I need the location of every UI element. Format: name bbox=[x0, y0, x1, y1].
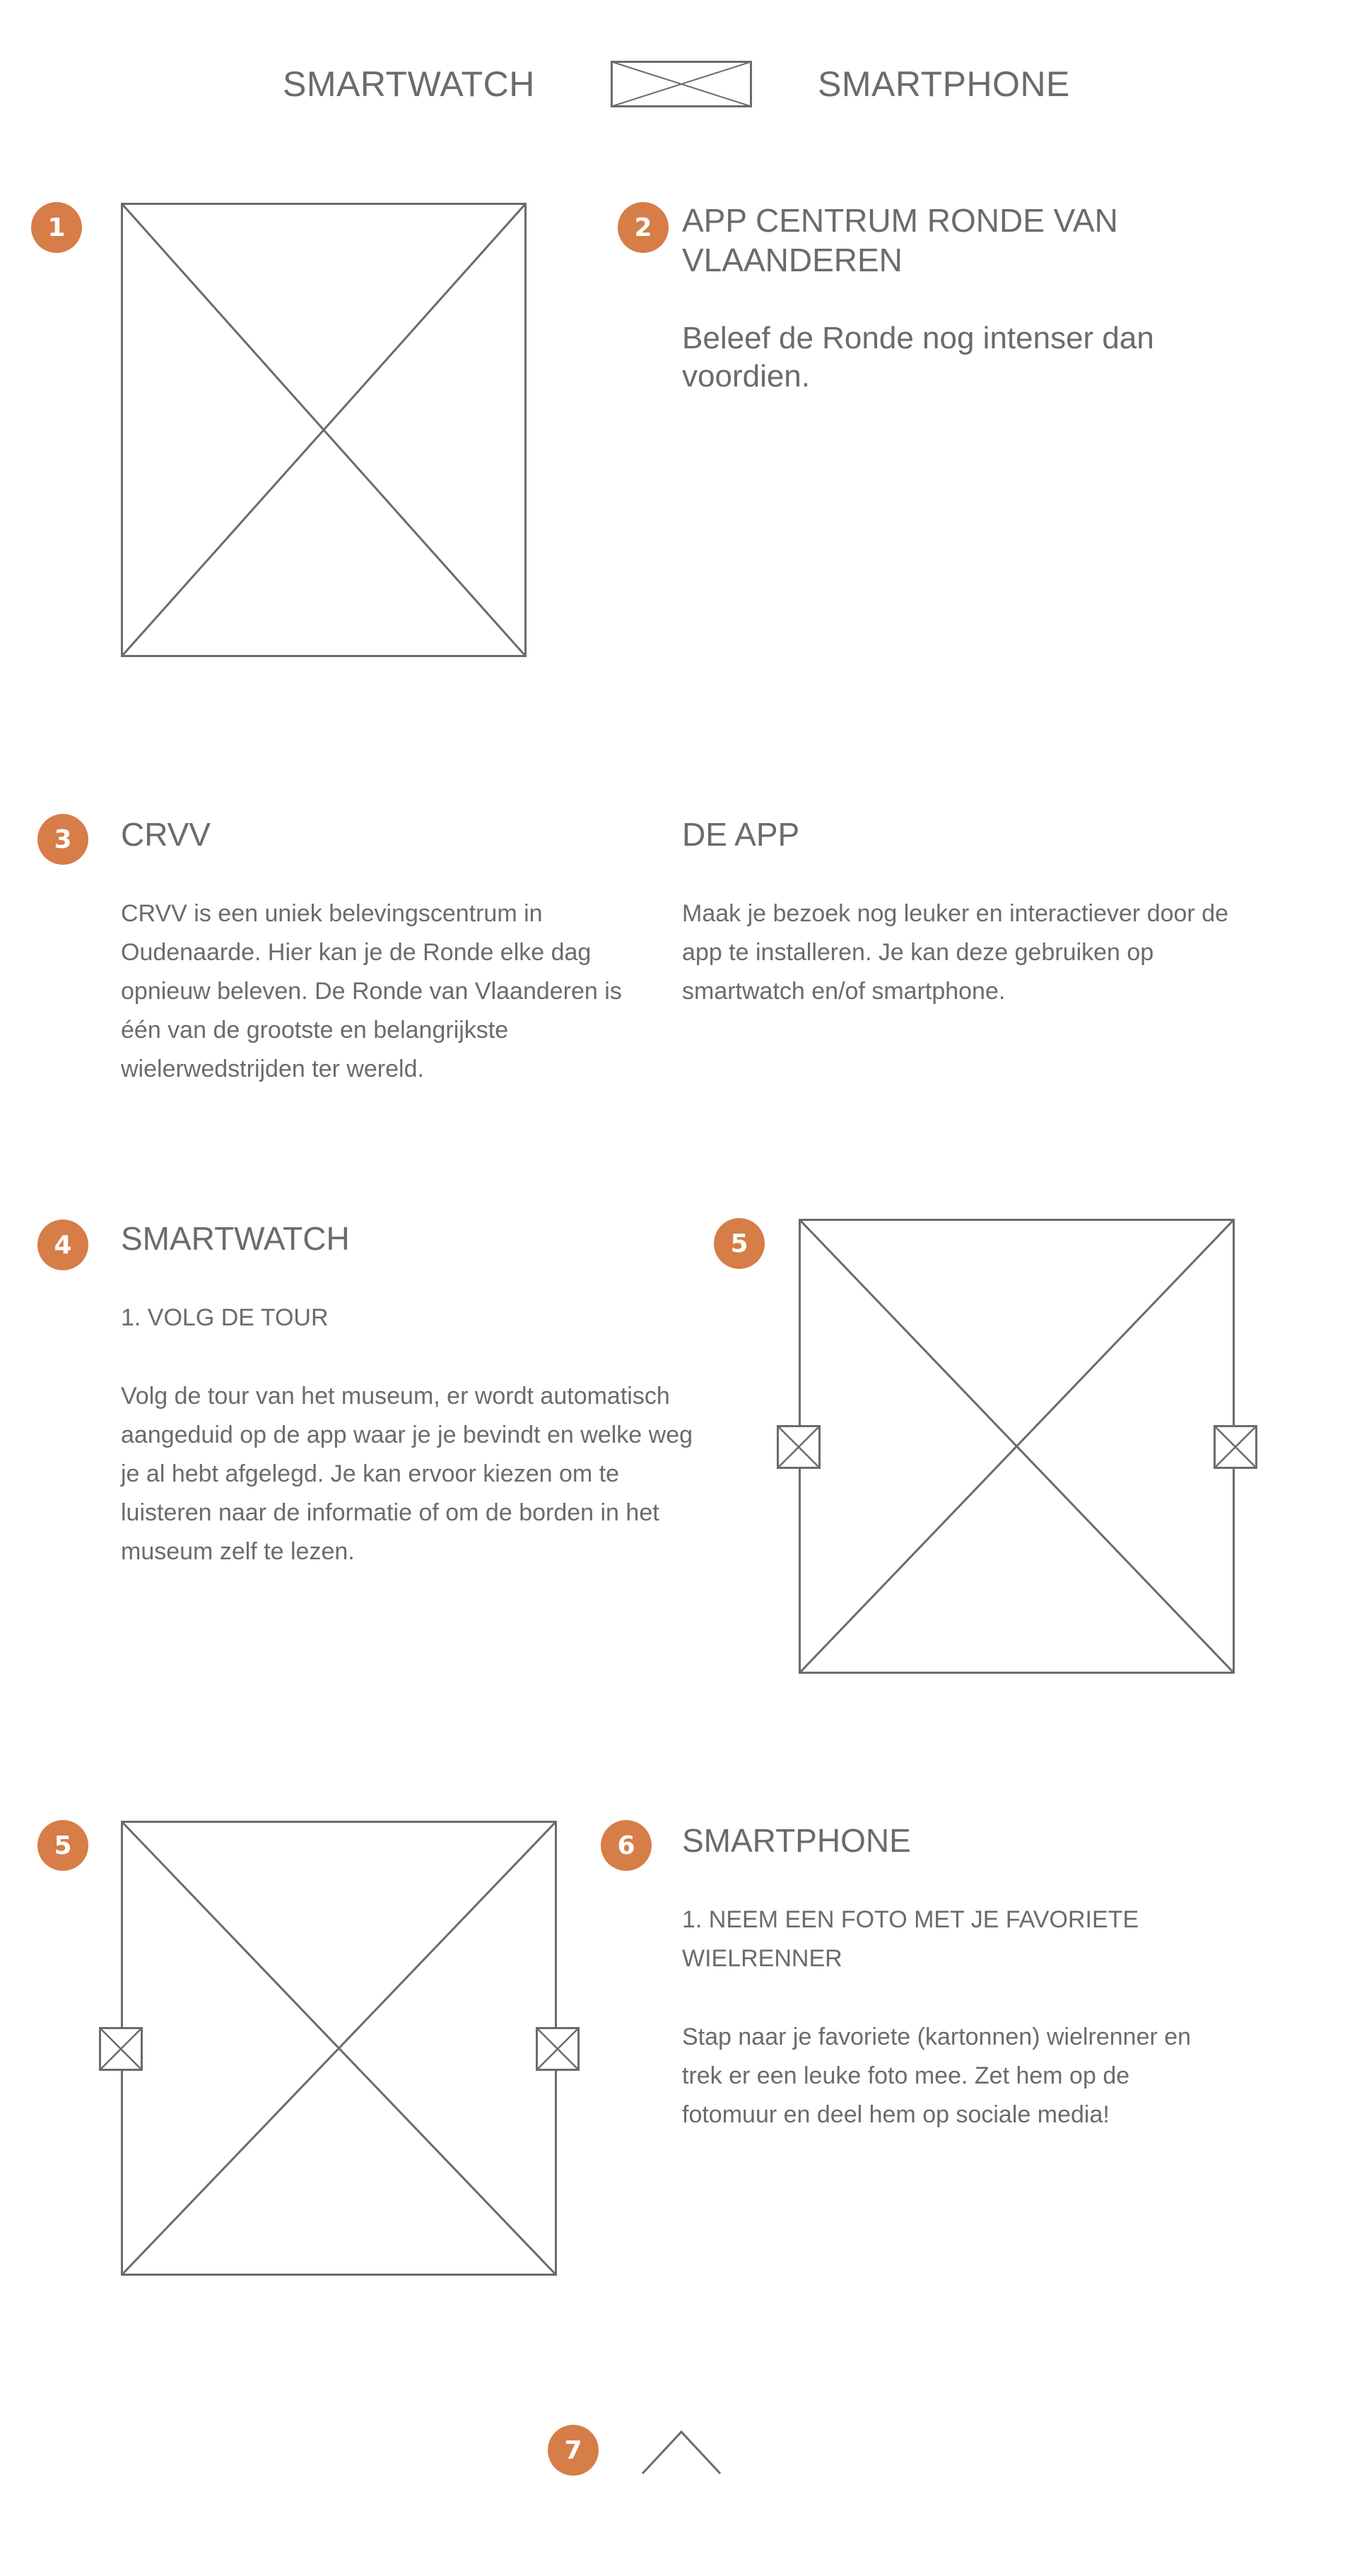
annotation-badge-6: 6 bbox=[601, 1820, 652, 1871]
hero-title: APP CENTRUM RONDE VAN VLAANDEREN bbox=[682, 202, 1118, 278]
smartphone-title: SMARTPHONE bbox=[682, 1822, 911, 1859]
smartwatch-text: Volg de tour van het museum, er wordt au… bbox=[121, 1383, 693, 1565]
annotation-badge-4: 4 bbox=[37, 1219, 88, 1270]
app-title: DE APP bbox=[682, 816, 800, 853]
annotation-badge-2: 2 bbox=[618, 202, 669, 253]
carousel-prev-button[interactable] bbox=[99, 2027, 143, 2071]
nav-link-smartwatch[interactable]: SMARTWATCH bbox=[283, 64, 535, 105]
annotation-badge-1: 1 bbox=[31, 202, 82, 253]
hero-subtitle: Beleef de Ronde nog intenser dan voordie… bbox=[682, 321, 1154, 394]
crvv-text: CRVV is een uniek belevingscentrum in Ou… bbox=[121, 900, 622, 1082]
smartphone-step: 1. NEEM EEN FOTO MET JE FAVORIETE WIELRE… bbox=[682, 1906, 1139, 1972]
smartphone-carousel-image bbox=[121, 1821, 557, 2276]
carousel-next-button[interactable] bbox=[1214, 1425, 1257, 1469]
smartwatch-carousel-image bbox=[799, 1219, 1235, 1674]
carousel-prev-button[interactable] bbox=[777, 1425, 821, 1469]
annotation-badge-5-second: 5 bbox=[37, 1820, 88, 1871]
annotation-badge-5: 5 bbox=[714, 1218, 765, 1269]
chevron-up-icon[interactable] bbox=[640, 2429, 722, 2476]
smartwatch-title: SMARTWATCH bbox=[121, 1220, 350, 1257]
hero-image-placeholder bbox=[121, 203, 527, 657]
logo-placeholder[interactable] bbox=[611, 61, 752, 107]
smartwatch-step: 1. VOLG DE TOUR bbox=[121, 1304, 329, 1331]
smartphone-text: Stap naar je favoriete (kartonnen) wielr… bbox=[682, 2023, 1192, 2128]
app-text: Maak je bezoek nog leuker en interactiev… bbox=[682, 900, 1229, 1005]
crvv-title: CRVV bbox=[121, 816, 211, 853]
nav-link-smartphone[interactable]: SMARTPHONE bbox=[818, 64, 1070, 105]
carousel-next-button[interactable] bbox=[536, 2027, 580, 2071]
annotation-badge-3: 3 bbox=[37, 814, 88, 865]
annotation-badge-7: 7 bbox=[548, 2425, 599, 2476]
